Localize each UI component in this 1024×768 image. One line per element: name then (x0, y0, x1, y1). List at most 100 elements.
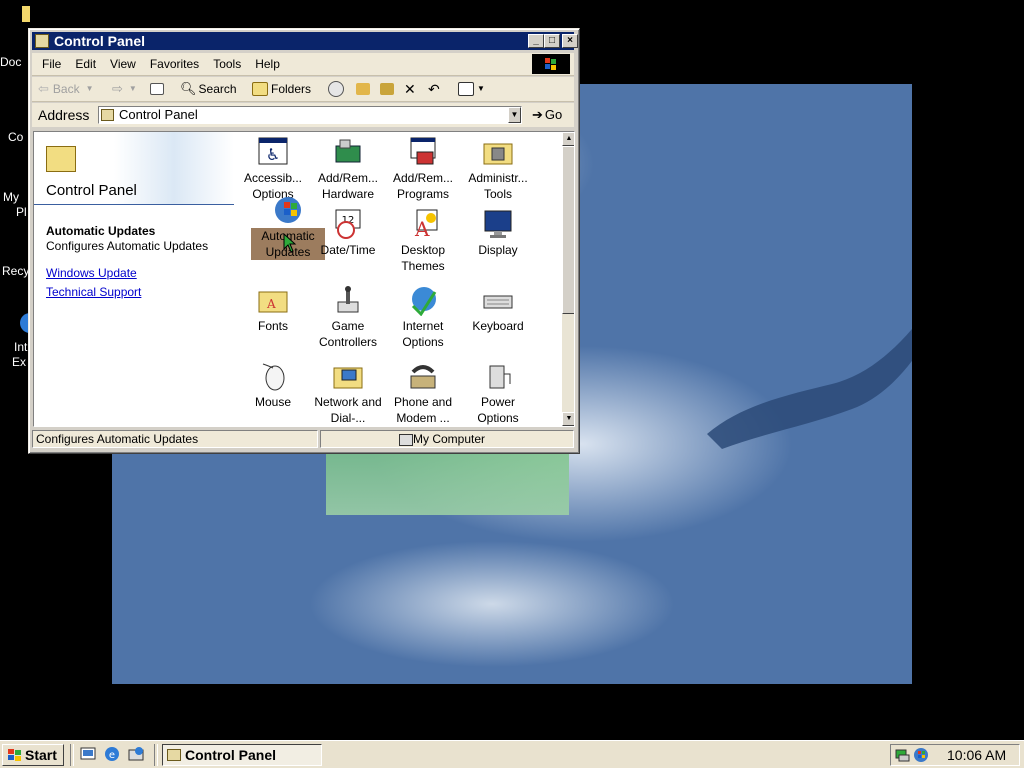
close-button[interactable]: × (562, 34, 578, 48)
selected-item-title: Automatic Updates (46, 224, 156, 238)
move-to-icon (356, 83, 370, 95)
address-label: Address (38, 107, 90, 123)
cp-item-internet-options[interactable]: Internet Options (386, 280, 460, 350)
search-button[interactable]: 🔍︎ Search (180, 80, 237, 98)
cp-item-label: Network and Dial-... (314, 395, 382, 425)
go-arrow-icon: ➔ (532, 107, 543, 122)
undo-button[interactable]: ↶ (428, 80, 440, 98)
cp-item-label: Date/Time (320, 243, 376, 257)
back-dropdown-icon: ▼ (85, 84, 94, 93)
forward-button[interactable]: ⇨ ▼ (112, 80, 137, 98)
cp-item-network[interactable]: Network and Dial-... (311, 356, 385, 426)
cp-item-add-hardware[interactable]: Add/Rem... Hardware (311, 132, 385, 202)
taskbar-button-label: Control Panel (185, 747, 277, 763)
network-tray-icon[interactable] (895, 747, 911, 763)
delete-icon: ✕ (404, 81, 416, 97)
address-dropdown-icon[interactable]: ▼ (508, 107, 521, 123)
taskbar-button-control-panel[interactable]: Control Panel (162, 744, 322, 766)
display-icon (482, 208, 514, 240)
menu-favorites[interactable]: Favorites (143, 53, 206, 75)
go-button[interactable]: ➔ Go (532, 106, 562, 124)
cp-item-display[interactable]: Display (461, 204, 535, 258)
menu-help[interactable]: Help (248, 53, 287, 75)
cp-item-label: Phone and Modem ... (393, 395, 453, 425)
start-label: Start (25, 747, 57, 763)
scroll-thumb[interactable] (562, 146, 574, 314)
status-zone-label: My Computer (413, 432, 486, 446)
menu-tools[interactable]: Tools (206, 53, 248, 75)
cp-item-fonts[interactable]: A Fonts (236, 280, 310, 334)
cp-item-desktop-themes[interactable]: A Desktop Themes (386, 204, 460, 274)
scroll-down-icon[interactable]: ▼ (562, 412, 574, 426)
cp-item-keyboard[interactable]: Keyboard (461, 280, 535, 334)
diver-silhouette (707, 328, 912, 449)
undo-icon: ↶ (428, 81, 440, 97)
up-folder-button[interactable] (150, 80, 167, 98)
history-button[interactable] (328, 80, 344, 98)
cp-item-add-programs[interactable]: Add/Rem... Programs (386, 132, 460, 202)
copy-to-icon (380, 83, 394, 95)
admin-tools-icon (482, 136, 514, 168)
cp-item-accessibility[interactable]: ♿ Accessib... Options (236, 132, 310, 202)
date-time-icon: 12 (332, 208, 364, 240)
window-title: Control Panel (54, 33, 146, 49)
views-dropdown-icon: ▼ (477, 84, 485, 93)
history-icon (328, 81, 344, 97)
move-to-button[interactable] (356, 80, 373, 98)
cp-item-mouse[interactable]: Mouse (236, 356, 310, 410)
views-button[interactable]: ▼ (458, 80, 485, 98)
green-wallpaper-patch (326, 452, 569, 515)
internet-explorer-icon[interactable]: e (104, 746, 120, 762)
maximize-button[interactable]: □ (544, 34, 560, 48)
copy-to-button[interactable] (380, 80, 397, 98)
go-label: Go (544, 107, 563, 122)
mouse-pointer-icon (283, 233, 297, 253)
delete-button[interactable]: ✕ (404, 80, 416, 98)
cp-item-date-time[interactable]: 12 Date/Time (311, 204, 385, 258)
cp-item-power-options[interactable]: Power Options (461, 356, 535, 426)
start-button[interactable]: Start (2, 744, 64, 766)
taskbar-separator (154, 744, 158, 766)
up-folder-icon (150, 83, 164, 95)
menu-view[interactable]: View (103, 53, 143, 75)
automatic-updates-icon (272, 194, 304, 226)
outlook-express-icon[interactable] (128, 746, 144, 762)
address-value: Control Panel (119, 107, 198, 122)
address-input[interactable]: Control Panel (98, 106, 522, 124)
link-technical-support[interactable]: Technical Support (46, 285, 141, 299)
taskbar-separator (70, 744, 74, 766)
control-panel-window[interactable]: Control Panel _ □ × File Edit View Favorite… (28, 28, 580, 454)
folders-label: Folders (271, 82, 312, 96)
back-button[interactable]: ⇦ Back ▼ (38, 80, 94, 98)
clock[interactable]: 10:06 AM (947, 745, 1006, 765)
cp-item-label: Display (478, 243, 518, 257)
updates-tray-icon[interactable] (913, 747, 929, 763)
link-windows-update[interactable]: Windows Update (46, 266, 137, 280)
menu-file[interactable]: File (35, 53, 68, 75)
title-bar[interactable]: Control Panel _ □ × (32, 32, 578, 50)
cp-item-label: Fonts (257, 319, 288, 333)
game-controllers-icon (332, 284, 364, 316)
menu-edit[interactable]: Edit (68, 53, 103, 75)
cp-item-label: Game Controllers (318, 319, 378, 349)
cp-item-label: Internet Options (402, 319, 444, 349)
views-icon (458, 82, 474, 96)
show-desktop-icon[interactable] (80, 746, 96, 762)
cp-item-game-controllers[interactable]: Game Controllers (311, 280, 385, 350)
pane-title: Control Panel (46, 182, 137, 199)
cp-item-label: Add/Rem... Hardware (317, 171, 379, 201)
vertical-scrollbar[interactable]: ▲ ▼ (562, 132, 574, 426)
fonts-icon: A (257, 284, 289, 316)
network-icon (332, 360, 364, 392)
minimize-button[interactable]: _ (528, 34, 544, 48)
folders-button[interactable]: Folders (252, 80, 311, 98)
cp-item-admin-tools[interactable]: Administr... Tools (461, 132, 535, 202)
cp-item-phone-modem[interactable]: Phone and Modem ... (386, 356, 460, 426)
forward-arrow-icon: ⇨ (112, 81, 123, 96)
system-tray: 10:06 AM (890, 744, 1020, 766)
phone-modem-icon (407, 360, 439, 392)
scroll-up-icon[interactable]: ▲ (562, 132, 574, 146)
svg-text:A: A (266, 297, 276, 311)
desktop-icon-documents[interactable] (0, 4, 34, 24)
cp-item-label: Add/Rem... Programs (392, 171, 454, 201)
